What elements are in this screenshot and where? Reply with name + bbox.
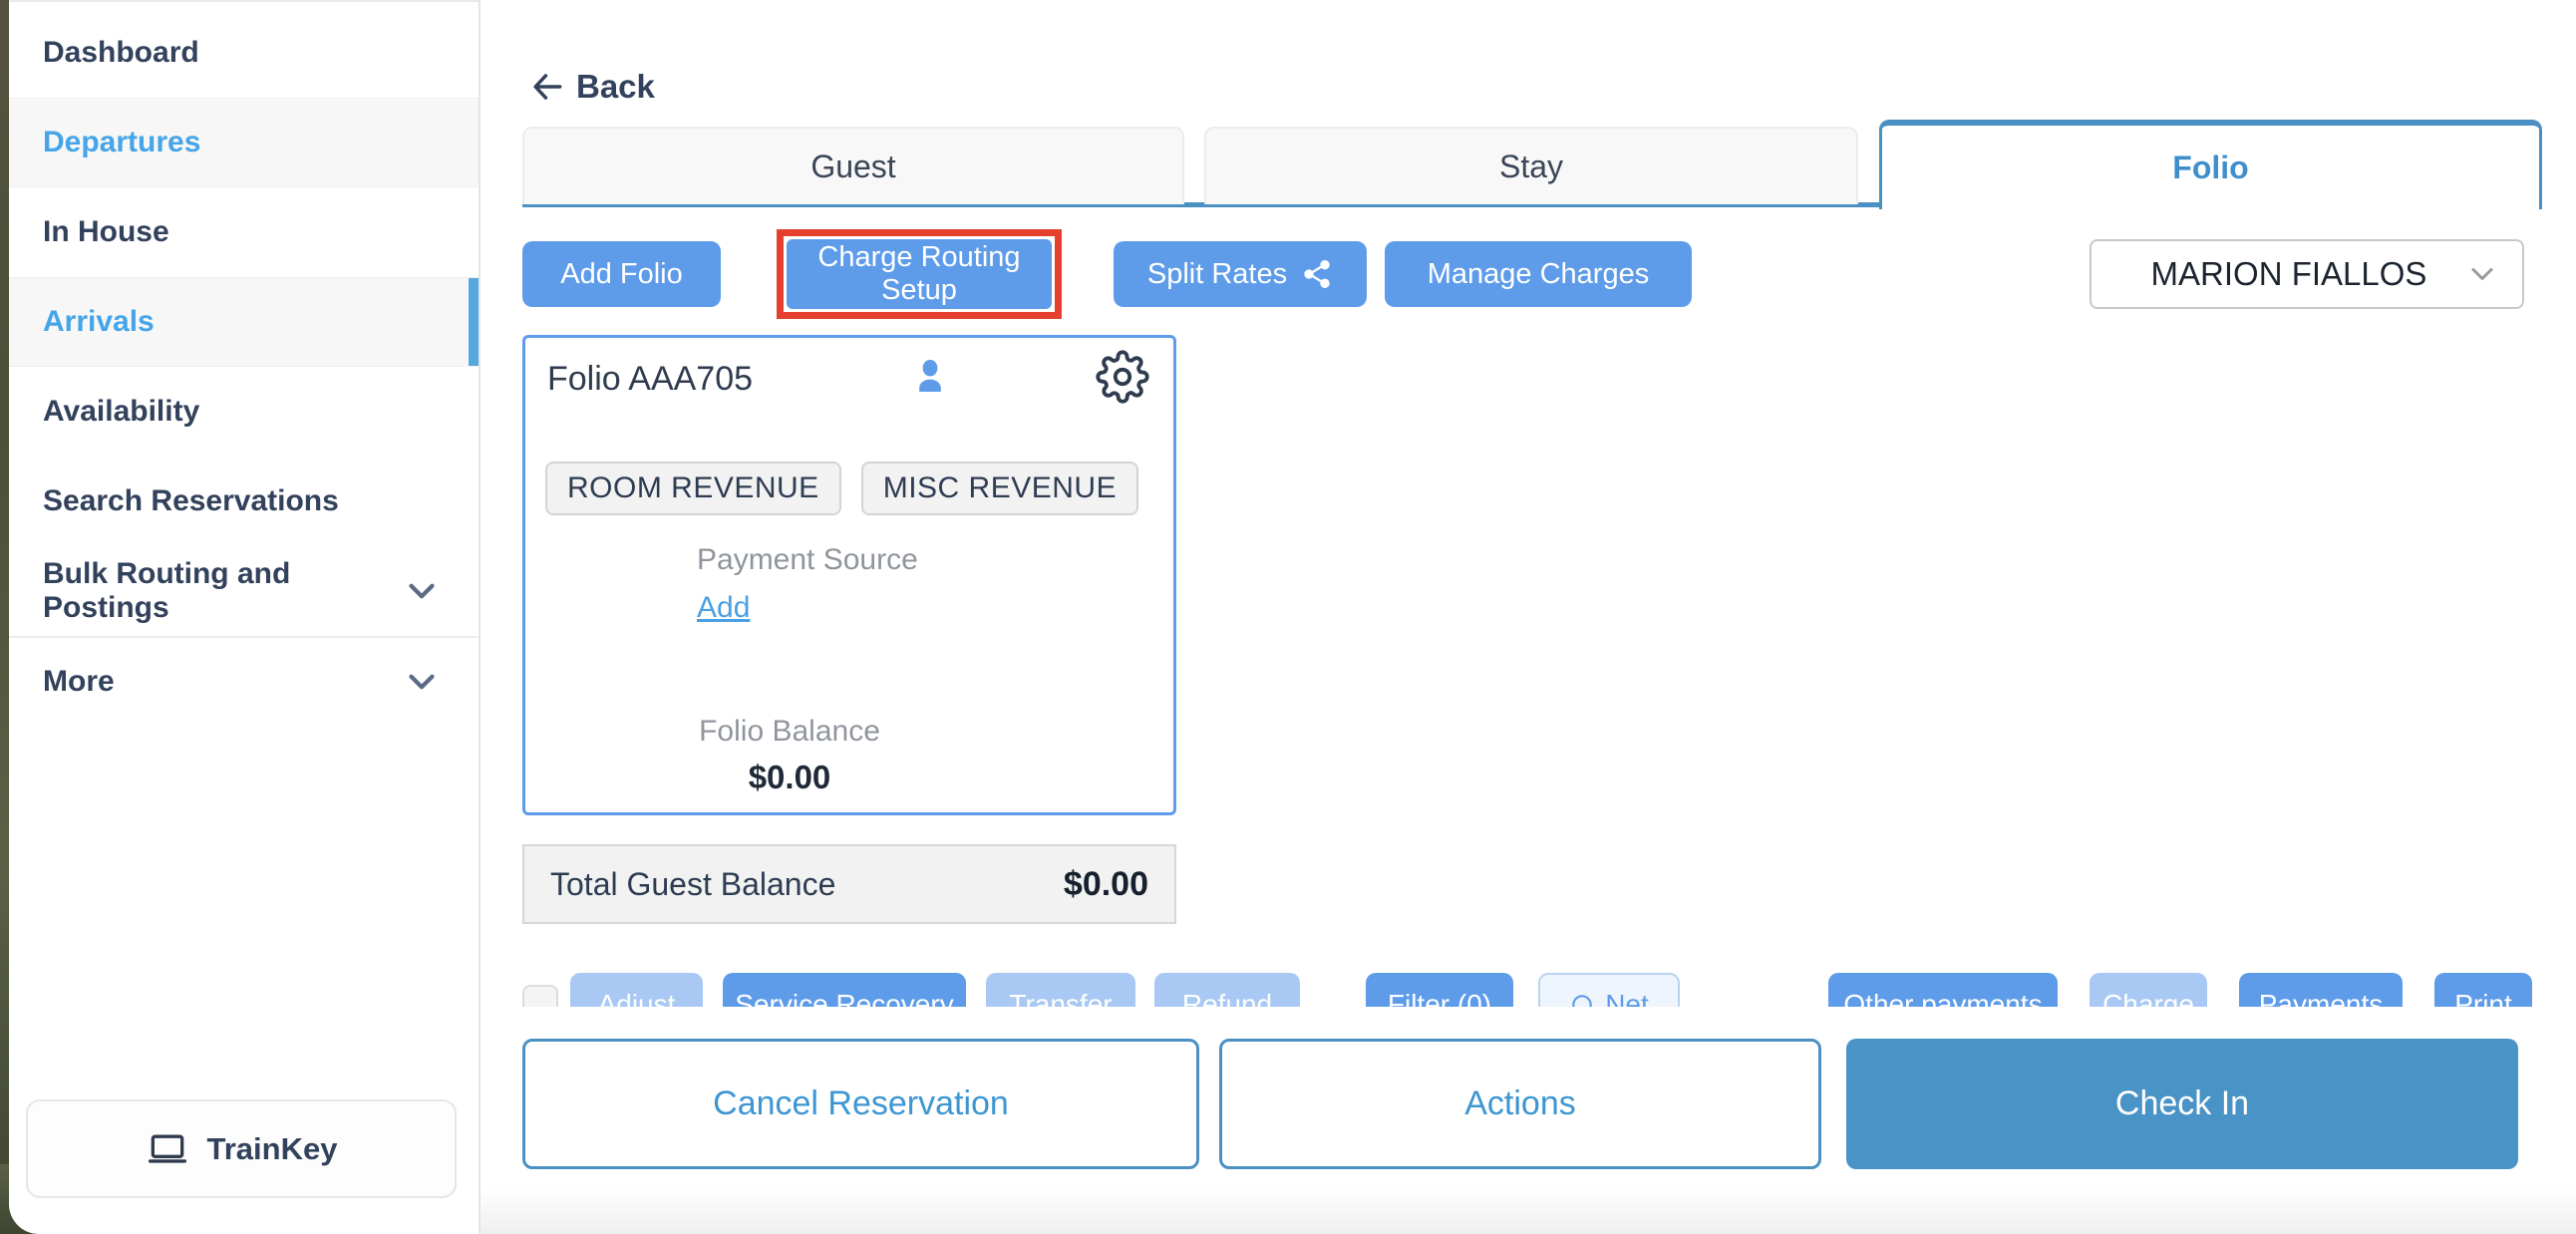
guest-selector-dropdown[interactable]: MARION FIALLOS [2090,239,2524,309]
sidebar-item-label: Dashboard [43,36,199,69]
charge-actions-row: Adjust Service Recovery Transfer Refund … [522,973,2576,1007]
charge-routing-setup-button[interactable]: Charge Routing Setup [787,239,1052,309]
filter-button[interactable]: Filter (0) [1366,973,1513,1007]
manage-charges-button[interactable]: Manage Charges [1385,241,1692,307]
split-rates-button[interactable]: Split Rates [1114,241,1367,307]
sidebar-item-search-reservations[interactable]: Search Reservations [9,457,479,546]
sidebar-item-in-house[interactable]: In House [9,187,479,277]
gear-icon[interactable] [1096,350,1149,404]
sidebar: Dashboard Departures In House Arrivals A… [9,0,481,1234]
sidebar-item-availability[interactable]: Availability [9,367,479,457]
tab-stay[interactable]: Stay [1204,127,1858,204]
folio-balance-label: Folio Balance [699,715,880,748]
payment-source-block: Payment Source Add [697,543,918,625]
button-label: Split Rates [1146,257,1288,290]
payments-button[interactable]: Payments [2239,973,2403,1007]
laptop-icon [146,1127,189,1171]
payment-source-label: Payment Source [697,543,918,576]
footer-bar: Cancel Reservation Actions Check In [481,1007,2576,1234]
sidebar-item-departures[interactable]: Departures [9,98,479,187]
button-label: Manage Charges [1427,257,1650,290]
button-label: Payments [2258,989,2384,1007]
button-label: Other payments [1843,989,2043,1007]
folio-card-title: Folio AAA705 [547,360,754,398]
add-folio-button[interactable]: Add Folio [522,241,721,307]
sidebar-item-label: Departures [43,126,201,158]
button-label: Charge [2102,989,2194,1007]
tab-label: Guest [810,148,896,184]
total-guest-balance-value: $0.00 [1063,864,1148,903]
transfer-button[interactable]: Transfer [986,973,1135,1007]
sidebar-item-arrivals[interactable]: Arrivals [9,277,479,367]
service-recovery-button[interactable]: Service Recovery [723,973,966,1007]
folio-balance-block: Folio Balance $0.00 [525,715,1054,796]
room-revenue-badge: ROOM REVENUE [545,462,841,515]
button-label: Transfer [1009,989,1113,1007]
arrow-left-icon [528,68,566,106]
misc-revenue-badge: MISC REVENUE [860,462,1139,515]
button-label: Cancel Reservation [713,1084,1009,1122]
sidebar-item-label: Search Reservations [43,484,339,517]
guest-selector-value: MARION FIALLOS [2150,255,2427,292]
sidebar-nav: Dashboard Departures In House Arrivals A… [9,2,479,726]
chevron-down-icon [401,661,443,703]
background-strip [0,0,9,1234]
total-guest-balance-label: Total Guest Balance [550,865,836,902]
actions-button[interactable]: Actions [1219,1039,1821,1169]
print-button[interactable]: Print [2434,973,2532,1007]
button-label: Service Recovery [735,989,954,1007]
tab-folio[interactable]: Folio [1879,120,2542,209]
button-label: Print [2454,989,2512,1007]
folio-balance-value: $0.00 [748,759,831,795]
folio-card: Folio AAA705 ROOM REVENUE MISC REVENUE P… [522,335,1176,815]
select-all-checkbox[interactable] [522,985,558,1007]
person-icon[interactable] [906,352,954,400]
back-button[interactable]: Back [528,64,655,110]
trainkey-button[interactable]: TrainKey [26,1099,457,1198]
button-label: Filter (0) [1387,989,1492,1007]
revenue-badges: ROOM REVENUE MISC REVENUE [545,462,1139,515]
chevron-down-icon [401,570,443,612]
add-payment-source-link[interactable]: Add [697,591,750,625]
refund-button[interactable]: Refund [1154,973,1300,1007]
sidebar-item-label: Bulk Routing and Postings [43,557,291,624]
button-label: Add Folio [560,257,683,290]
tab-label: Folio [2172,149,2249,185]
back-label: Back [576,68,655,105]
adjust-button[interactable]: Adjust [570,973,703,1007]
circle-icon [1569,992,1595,1007]
check-in-button[interactable]: Check In [1846,1039,2518,1169]
sidebar-item-bulk-routing[interactable]: Bulk Routing and Postings [9,546,479,636]
total-guest-balance-row: Total Guest Balance $0.00 [522,844,1176,924]
button-label: Charge Routing Setup [817,241,1021,306]
other-payments-button[interactable]: Other payments [1828,973,2058,1007]
button-label: Adjust [597,989,676,1007]
tab-label: Stay [1498,148,1564,184]
button-label: Actions [1464,1084,1576,1122]
tab-guest[interactable]: Guest [522,127,1184,204]
cancel-reservation-button[interactable]: Cancel Reservation [522,1039,1199,1169]
sidebar-item-label: Arrivals [43,305,155,338]
charge-button[interactable]: Charge [2090,973,2207,1007]
highlight-box: Charge Routing Setup [777,229,1062,319]
sidebar-item-more[interactable]: More [9,636,479,726]
sidebar-item-dashboard[interactable]: Dashboard [9,8,479,98]
button-label: Check In [2114,1084,2250,1122]
chevron-down-icon [2464,256,2500,292]
active-indicator-bar [469,278,479,366]
sidebar-item-label: In House [43,215,169,248]
share-icon [1301,258,1333,290]
sidebar-item-label: Availability [43,395,200,428]
button-label: Net [1605,989,1649,1007]
trainkey-label: TrainKey [206,1130,338,1166]
net-toggle-button[interactable]: Net [1538,973,1680,1007]
button-label: Refund [1181,989,1273,1007]
sidebar-item-label: More [43,665,115,698]
reservation-folio-screen: Dashboard Departures In House Arrivals A… [0,0,2576,1234]
